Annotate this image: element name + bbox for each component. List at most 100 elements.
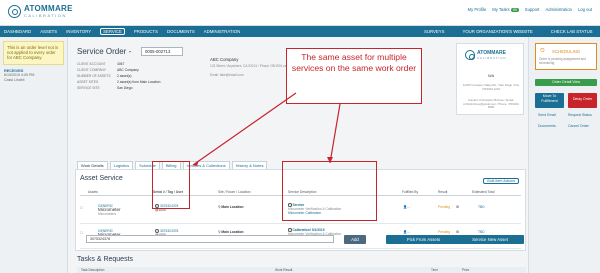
documents-link[interactable]: Documents bbox=[538, 124, 556, 128]
info-label: NUMBER OF ASSETS bbox=[77, 74, 111, 78]
annotation-callout: The same asset for multiple services on … bbox=[286, 48, 422, 104]
client-address: 123 Street / Anywhere, CA 92101 / Phone … bbox=[210, 64, 290, 68]
order-number[interactable]: 0005-002713 bbox=[141, 47, 183, 56]
site-cell: ⚲ Main Location bbox=[218, 205, 244, 209]
col-work-result: Work Result bbox=[275, 268, 293, 272]
asset-cell[interactable]: GENERIC Micrometer Micrometers bbox=[98, 204, 121, 217]
fulfilled-by: ... bbox=[407, 230, 410, 234]
move-to-fulfillment-button[interactable]: Move To Fulfillment bbox=[535, 93, 564, 108]
info-label: CLIENT ACCOUNT bbox=[77, 62, 106, 66]
add-button[interactable]: Add bbox=[344, 235, 366, 244]
col-task-desc: Task Description bbox=[81, 268, 105, 272]
delay-order-button[interactable]: Delay Order bbox=[568, 93, 597, 108]
card-contact: Contact: Christopher Brizone / Email: cc… bbox=[463, 98, 519, 110]
bulk-actions-button[interactable]: Bulk Item Actions bbox=[483, 178, 519, 184]
site-cell: ⚲ Main Location bbox=[218, 230, 244, 234]
serial-highlight-box bbox=[152, 161, 190, 209]
support-link[interactable]: Support bbox=[525, 7, 540, 12]
order-alert: This is an order level not is not applie… bbox=[3, 41, 64, 65]
fulfilled-cell[interactable]: 👤... bbox=[403, 230, 410, 234]
status-dot: ⚙ bbox=[456, 230, 459, 234]
my-profile-link[interactable]: My Profile bbox=[468, 7, 487, 12]
main-nav: DASHBOARD ASSETS INVENTORY SERVICE PRODU… bbox=[0, 26, 600, 37]
tasks-table-header: Task Description Work Result Time Price bbox=[77, 267, 526, 273]
row-checkbox[interactable]: ☐ bbox=[80, 206, 83, 210]
order-detail-view-button[interactable]: Order Detail View bbox=[535, 79, 597, 86]
card-logo-icon bbox=[465, 50, 475, 60]
info-value: San Diego bbox=[117, 86, 133, 90]
col-assets: Assets bbox=[88, 190, 98, 194]
site-name: Main Location bbox=[221, 205, 244, 209]
received-label: RECEIVED bbox=[4, 68, 24, 73]
send-email-link[interactable]: Send Email bbox=[538, 113, 556, 117]
site-name: Main Location bbox=[221, 230, 244, 234]
order-info: CLIENT ACCOUNT 4067 CLIENT COMPANY ABC Com… bbox=[77, 61, 160, 91]
nav-administration[interactable]: ADMINISTRATION bbox=[204, 29, 240, 34]
col-time: Time bbox=[431, 268, 438, 272]
info-label: CLIENT COMPANY bbox=[77, 68, 107, 72]
received-note: Cassi Lindell bbox=[4, 77, 25, 82]
nav-dashboard[interactable]: DASHBOARD bbox=[4, 29, 31, 34]
card-brand-name: ATOMMARE bbox=[477, 49, 506, 56]
nav-documents[interactable]: DOCUMENTS bbox=[167, 29, 195, 34]
received-date: 6/15/2019 4:05 PM bbox=[4, 73, 35, 78]
scheduling-title: SCHEDULING bbox=[552, 49, 581, 54]
brand-sub: CALIBRATION bbox=[24, 13, 67, 18]
brand-logo[interactable]: ATOMMARE CALIBRATION bbox=[8, 5, 73, 18]
info-row: SERVICE SITE San Diego bbox=[77, 85, 132, 91]
scheduling-text: Order is pending assignment and scheduli… bbox=[539, 57, 586, 65]
nav-org-website[interactable]: YOUR ORGANIZATION'S WEBSITE bbox=[462, 29, 532, 34]
nav-inventory[interactable]: INVENTORY bbox=[66, 29, 91, 34]
clock-icon: ⏲ bbox=[540, 48, 545, 54]
card-logo: ATOMMARE CALIBRATION bbox=[465, 50, 506, 60]
my-tasks-label: My Tasks bbox=[492, 7, 510, 12]
administration-link[interactable]: Administration bbox=[545, 7, 572, 12]
nav-products[interactable]: PRODUCTS bbox=[134, 29, 158, 34]
request-status-link[interactable]: Request Status bbox=[568, 113, 592, 117]
fulfilled-by: ... bbox=[407, 205, 410, 209]
col-result: Result bbox=[438, 190, 448, 194]
asset-service-title: Asset Service bbox=[80, 175, 123, 182]
card-na: N/A bbox=[488, 74, 494, 78]
card-address: 12345 Company Valley Rd. / San Diego / F… bbox=[462, 83, 520, 91]
col-site: Site / Room / Location bbox=[218, 190, 251, 194]
client-name: ABC Company bbox=[210, 57, 239, 62]
fulfilled-cell[interactable]: 👤... bbox=[403, 205, 410, 209]
service-new-asset-button[interactable]: Service New Asset bbox=[456, 235, 524, 244]
card-brand-sub: CALIBRATION bbox=[477, 55, 507, 60]
client-block: ABC Company 123 Street / Anywhere, CA 92… bbox=[210, 57, 290, 77]
tasks-count-badge: 99 bbox=[510, 8, 519, 12]
scheduling-status: ⏲ SCHEDULING Order is pending assignment… bbox=[535, 43, 597, 70]
company-card: ATOMMARE CALIBRATION N/A 12345 Company Va… bbox=[456, 43, 524, 115]
left-panel: This is an order level not is not applie… bbox=[0, 37, 68, 273]
estimated-total: TBD bbox=[478, 230, 485, 234]
nav-service[interactable]: SERVICE bbox=[100, 28, 125, 35]
brand-name: ATOMMARE bbox=[24, 4, 73, 13]
service-highlight-box bbox=[282, 161, 377, 221]
page-title: Service Order - bbox=[77, 47, 132, 56]
row-checkbox[interactable]: ☐ bbox=[80, 231, 83, 235]
my-tasks-link[interactable]: My Tasks 99 bbox=[492, 7, 519, 12]
tasks-title: Tasks & Requests bbox=[77, 256, 134, 263]
result-status: Pending bbox=[438, 230, 451, 234]
col-fulfilled: Fulfilled By bbox=[402, 190, 419, 194]
col-total: Estimated Total bbox=[472, 190, 495, 194]
col-price: Price bbox=[462, 268, 470, 272]
nav-assets[interactable]: ASSETS bbox=[40, 29, 57, 34]
received-status: RECEIVED 6/15/2019 4:05 PM Cassi Lindell bbox=[4, 69, 63, 83]
info-label: SERVICE SITE bbox=[77, 86, 100, 90]
status-dot: ⚙ bbox=[456, 205, 459, 209]
result-status: Pending bbox=[438, 205, 451, 209]
logo-icon bbox=[8, 5, 21, 18]
info-label: ASSET SITES bbox=[77, 80, 99, 84]
client-email[interactable]: Email: fake@email.com bbox=[210, 73, 290, 77]
cancel-order-link[interactable]: Cancel Order bbox=[568, 124, 589, 128]
nav-surveys[interactable]: SURVEYS bbox=[424, 29, 444, 34]
logout-link[interactable]: Log out bbox=[578, 7, 592, 12]
right-action-panel bbox=[528, 37, 600, 273]
serial-search-input[interactable]: 3075324378 bbox=[86, 235, 334, 243]
asset-sub: Micrometers bbox=[98, 212, 117, 217]
estimated-total: TBD bbox=[478, 205, 485, 209]
pick-from-assets-button[interactable]: Pick From Assets bbox=[386, 235, 461, 244]
nav-check-lab-status[interactable]: CHECK LAB STATUS bbox=[551, 29, 593, 34]
